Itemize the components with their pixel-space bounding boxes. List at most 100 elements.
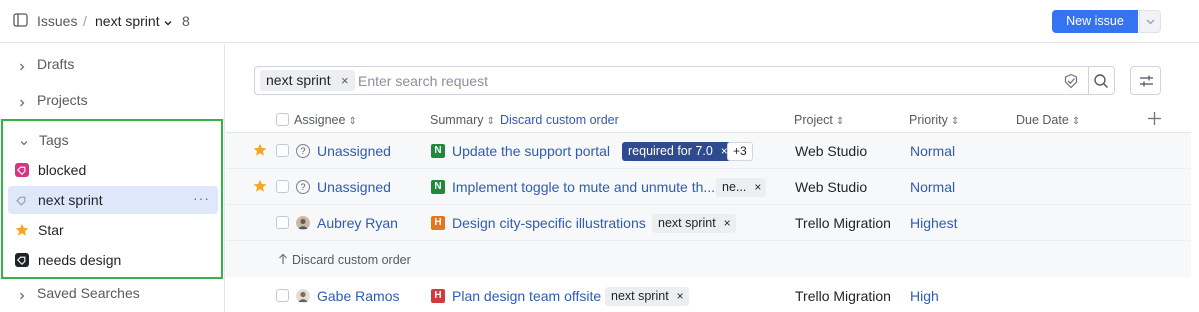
tag-chip-label: next sprint	[658, 216, 716, 230]
user-avatar	[296, 216, 310, 230]
search-input[interactable]	[358, 72, 1048, 90]
chip-label: next sprint	[266, 72, 331, 88]
issue-summary-link[interactable]: Design city-specific illustrations	[452, 214, 646, 232]
check-search-icon[interactable]	[1063, 73, 1079, 92]
sort-icon: ⇕	[835, 116, 845, 127]
chevron-right-icon	[17, 288, 27, 300]
sort-icon: ⇕	[1071, 116, 1081, 127]
issue-summary-link[interactable]: Update the support portal	[452, 142, 610, 160]
tag-item-blocked[interactable]: blocked	[8, 156, 218, 184]
star-icon[interactable]	[253, 179, 267, 196]
column-due-date[interactable]: Due Date ⇕	[1016, 113, 1080, 129]
sidebar-item-label: Saved Searches	[37, 285, 140, 301]
chevron-right-icon	[17, 95, 27, 107]
priority-link[interactable]: Highest	[910, 214, 957, 232]
tag-chip[interactable]: next sprint ×	[652, 214, 736, 233]
priority-link[interactable]: Normal	[910, 178, 955, 196]
more-tags-badge[interactable]: +3	[727, 142, 753, 161]
top-header: Issues / next sprint 8 New issue	[0, 0, 1199, 43]
sidebar: Drafts Projects Tags blocked next sprint…	[0, 44, 225, 312]
more-options-icon[interactable]: ···	[193, 190, 210, 206]
star-icon	[15, 223, 29, 237]
select-all-checkbox[interactable]	[276, 113, 289, 126]
close-icon[interactable]: ×	[724, 214, 731, 233]
row-checkbox[interactable]	[276, 180, 289, 193]
sliders-icon	[1140, 75, 1153, 87]
divider	[1088, 67, 1089, 94]
project-cell: Web Studio	[795, 179, 868, 195]
column-label: Due Date	[1016, 113, 1069, 127]
discard-custom-order-link[interactable]: Discard custom order	[500, 113, 619, 128]
table-row[interactable]: Gabe Ramos H Plan design team offsite ne…	[226, 278, 1191, 312]
column-project[interactable]: Project ⇕	[794, 113, 844, 129]
close-icon[interactable]: ×	[341, 70, 349, 91]
sidebar-item-tags[interactable]: Tags	[2, 126, 226, 154]
close-icon[interactable]: ×	[754, 178, 761, 197]
project-cell: Web Studio	[795, 143, 868, 159]
column-assignee[interactable]: Assignee ⇕	[294, 113, 357, 129]
column-priority[interactable]: Priority ⇕	[909, 113, 959, 129]
search-filter-chip[interactable]: next sprint ×	[260, 70, 355, 91]
issue-count: 8	[182, 13, 190, 29]
tag-item-next-sprint[interactable]: next sprint ···	[8, 186, 218, 214]
table-header: Assignee ⇕ Summary ⇕ Project ⇕ Priority ⇕ Du…	[226, 108, 1191, 133]
breadcrumb-separator: /	[83, 13, 87, 29]
sidebar-toggle-icon[interactable]	[13, 13, 28, 27]
row-checkbox[interactable]	[276, 289, 289, 302]
tag-chip[interactable]: required for 7.0 ×	[622, 142, 733, 161]
tag-chip[interactable]: ne... ×	[716, 178, 767, 197]
arrow-up-icon	[278, 252, 288, 268]
assignee-link[interactable]: Aubrey Ryan	[317, 214, 398, 232]
assignee-link[interactable]: Gabe Ramos	[317, 287, 399, 305]
close-icon[interactable]: ×	[677, 287, 684, 306]
issue-type-badge: H	[431, 289, 445, 303]
sidebar-item-projects[interactable]: Projects	[0, 86, 224, 114]
discard-custom-order-row[interactable]: Discard custom order	[226, 241, 1191, 277]
sort-icon: ⇕	[348, 116, 357, 127]
table-row[interactable]: ? Unassigned N Implement toggle to mute …	[226, 169, 1191, 205]
sidebar-item-saved-searches[interactable]: Saved Searches	[0, 279, 224, 307]
sidebar-item-drafts[interactable]: Drafts	[0, 50, 224, 78]
issue-summary-link[interactable]: Plan design team offsite	[452, 287, 601, 305]
breadcrumb-issues[interactable]: Issues	[37, 12, 77, 30]
tag-chip[interactable]: next sprint ×	[605, 287, 689, 306]
tag-chip-label: next sprint	[611, 289, 669, 303]
assignee-link[interactable]: Unassigned	[317, 178, 391, 196]
new-issue-button[interactable]: New issue	[1052, 10, 1138, 33]
table-row[interactable]: Aubrey Ryan H Design city-specific illus…	[226, 205, 1191, 241]
issue-type-badge: N	[431, 180, 445, 194]
table-row[interactable]: ? Unassigned N Update the support portal…	[226, 133, 1191, 169]
tag-icon	[15, 253, 29, 267]
chevron-down-icon	[1146, 19, 1155, 25]
column-label: Priority	[909, 113, 948, 127]
assignee-link[interactable]: Unassigned	[317, 142, 391, 160]
sidebar-item-label: Projects	[37, 92, 88, 108]
tag-icon	[15, 163, 29, 177]
tag-label: next sprint	[38, 192, 103, 208]
tag-item-star[interactable]: Star	[8, 216, 218, 244]
tag-chip-label: ne...	[722, 180, 747, 194]
issue-type-badge: H	[431, 216, 445, 230]
issue-type-badge: N	[431, 144, 445, 158]
project-cell: Trello Migration	[795, 288, 891, 304]
chevron-right-icon	[17, 59, 27, 71]
breadcrumb-current-view[interactable]: next sprint	[95, 12, 160, 30]
chevron-down-icon	[19, 135, 29, 146]
chevron-down-icon[interactable]	[163, 14, 173, 26]
sort-icon: ⇕	[950, 116, 960, 127]
priority-link[interactable]: High	[910, 287, 939, 305]
unassigned-avatar-icon: ?	[296, 144, 310, 158]
filter-settings-button[interactable]	[1130, 66, 1161, 95]
priority-link[interactable]: Normal	[910, 142, 955, 160]
issue-summary-link[interactable]: Implement toggle to mute and unmute th..…	[452, 178, 715, 196]
tag-icon	[15, 193, 29, 207]
row-checkbox[interactable]	[276, 144, 289, 157]
new-issue-dropdown-button[interactable]	[1139, 10, 1161, 33]
tag-label: Star	[38, 222, 64, 238]
row-checkbox[interactable]	[276, 216, 289, 229]
column-summary[interactable]: Summary ⇕	[430, 113, 495, 129]
star-icon[interactable]	[253, 143, 267, 160]
add-column-icon[interactable]	[1147, 111, 1162, 129]
tag-item-needs-design[interactable]: needs design	[8, 246, 218, 274]
search-icon[interactable]	[1093, 73, 1109, 92]
